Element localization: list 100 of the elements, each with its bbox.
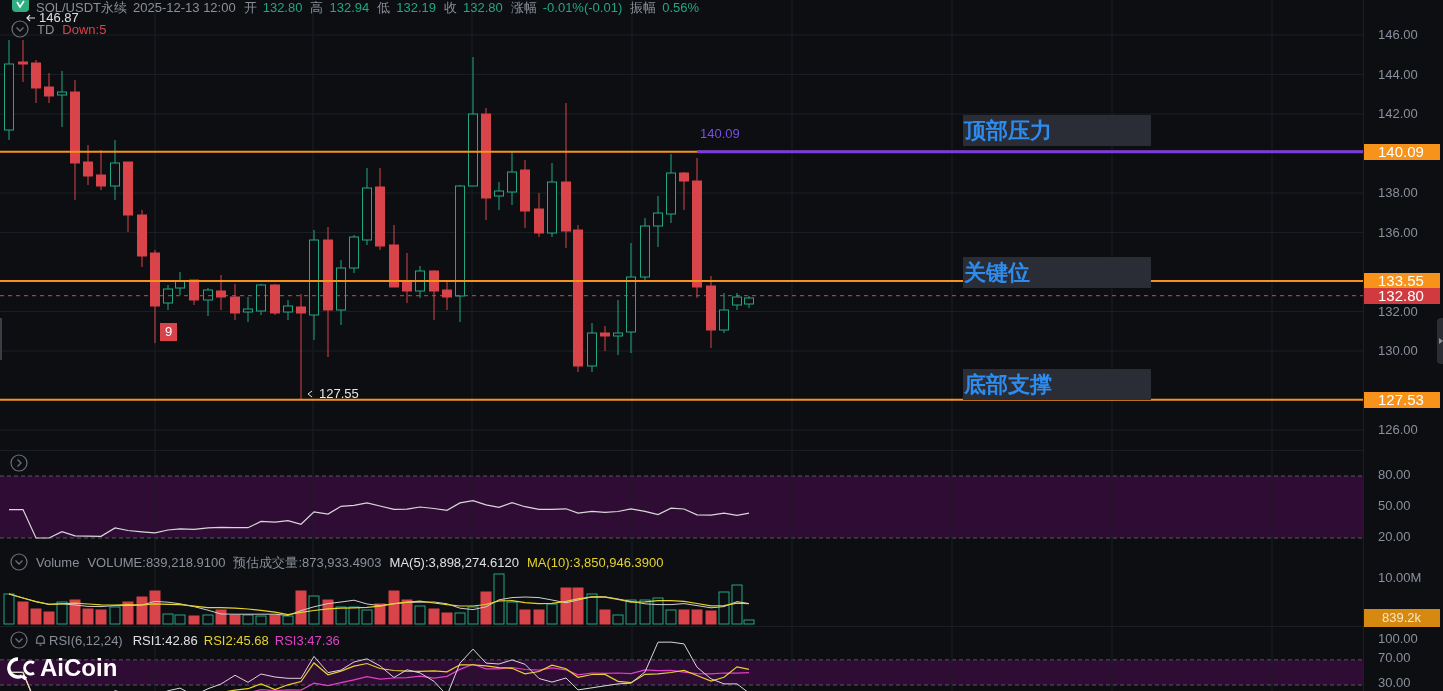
low-price-label: 127.55	[319, 385, 359, 403]
candlestick	[230, 283, 240, 321]
candlestick	[494, 181, 504, 211]
volume-bar	[3, 593, 15, 625]
candlestick	[256, 283, 266, 316]
ray-line[interactable]	[697, 150, 1363, 154]
candlestick	[429, 269, 439, 321]
volume-value: VOLUME:839,218.9100	[87, 554, 226, 570]
logo-icon	[6, 656, 36, 680]
candlestick	[216, 274, 226, 311]
axis-label: 126.00	[1378, 423, 1418, 437]
volume-bar	[229, 614, 241, 625]
field-value: -0.01%(-0.01)	[542, 0, 623, 15]
axis-label: 80.00	[1378, 468, 1411, 482]
caret-icon	[1439, 338, 1443, 344]
candlestick	[402, 252, 412, 304]
candlestick	[283, 299, 293, 321]
candlestick	[57, 70, 67, 128]
panel-toggle-handle[interactable]	[1437, 318, 1443, 364]
volume-bar	[17, 601, 29, 625]
candlestick	[203, 287, 213, 317]
annotation-label[interactable]: 顶部压力	[963, 115, 1151, 146]
volume-bar	[255, 615, 267, 625]
volume-bar	[136, 596, 148, 625]
volume-bar	[242, 614, 254, 625]
volume-bar	[109, 606, 121, 625]
candlestick	[679, 171, 689, 211]
axis-label: 100.00	[1378, 632, 1418, 646]
candlestick	[744, 295, 754, 309]
volume-bar	[572, 587, 584, 625]
axis-label: 142.00	[1378, 107, 1418, 121]
volume-bar	[361, 609, 373, 625]
candlestick	[123, 161, 133, 233]
volume-bar	[414, 605, 426, 625]
pane-title: Volume	[36, 554, 80, 570]
volume-bar	[546, 603, 558, 625]
candlestick	[719, 292, 729, 334]
candlestick	[587, 322, 597, 373]
ray-price-label: 140.09	[700, 125, 740, 143]
axis-label: 20.00	[1378, 530, 1411, 544]
app-icon[interactable]	[12, 0, 29, 12]
candlestick	[653, 195, 663, 248]
price-badge: 127.53	[1364, 391, 1440, 408]
annotation-label[interactable]: 底部支撑	[963, 369, 1151, 400]
field-value: 132.19	[396, 0, 436, 15]
candlestick	[640, 217, 650, 281]
axis-label: 144.00	[1378, 67, 1418, 82]
candlestick	[520, 159, 530, 229]
collapse-icon[interactable]	[11, 20, 29, 38]
price-badge: 140.09	[1364, 143, 1440, 160]
scroll-handle[interactable]	[0, 318, 2, 360]
candlestick	[137, 209, 147, 268]
volume-bar	[441, 612, 453, 625]
volume-bar	[122, 601, 134, 625]
field-label: 低	[377, 0, 391, 15]
datetime-label: 2025-12-13 12:00	[133, 0, 236, 15]
volume-bar	[374, 603, 386, 625]
candlestick	[175, 271, 185, 296]
candlestick	[96, 149, 106, 191]
annotation-label[interactable]: 关键位	[963, 257, 1151, 288]
ma-value: MA(10):3,850,946.3900	[526, 554, 664, 570]
field-label: 涨幅	[510, 0, 537, 15]
estimate-value: 预估成交量:873,933.4903	[233, 554, 382, 570]
candlestick	[666, 153, 676, 224]
bell-icon[interactable]	[34, 633, 47, 647]
volume-bar	[401, 599, 413, 625]
field-label: 高	[310, 0, 324, 15]
candlestick	[349, 234, 359, 274]
indicator-value: Down:5	[62, 21, 107, 37]
ma-value: MA(5):3,898,274.6120	[389, 554, 519, 570]
candlestick	[110, 139, 120, 201]
horizontal-line[interactable]	[0, 398, 1363, 401]
candlestick	[189, 279, 199, 306]
axis-label: 70.00	[1378, 650, 1411, 665]
volume-bar	[95, 609, 107, 625]
candlestick	[18, 39, 28, 83]
candlestick	[270, 283, 280, 316]
collapse-icon[interactable]	[10, 553, 28, 571]
candlestick	[442, 279, 452, 311]
volume-bar	[533, 609, 545, 625]
collapse-icon[interactable]	[10, 631, 28, 649]
expand-icon[interactable]	[10, 454, 28, 472]
pane-title: RSI(6,12,24)	[49, 632, 123, 648]
volume-bar	[678, 609, 690, 625]
candlestick	[44, 72, 54, 104]
rsi-value: RSI2:45.68	[203, 632, 269, 648]
logo-text: AiCoin	[40, 655, 118, 681]
rsi-value: RSI3:47.36	[274, 632, 340, 648]
field-label: 开	[243, 0, 257, 15]
volume-badge: 839.2k	[1364, 609, 1440, 627]
axis-label: 130.00	[1378, 344, 1418, 358]
axis-label: 138.00	[1378, 186, 1418, 200]
axis-label: 136.00	[1378, 225, 1418, 240]
volume-bar	[322, 599, 334, 625]
axis-label: 30.00	[1378, 676, 1411, 690]
volume-bar	[30, 608, 42, 625]
volume-bar	[560, 587, 572, 625]
field-value: 132.80	[262, 0, 303, 15]
volume-bar	[428, 608, 440, 625]
candlestick	[243, 296, 253, 323]
